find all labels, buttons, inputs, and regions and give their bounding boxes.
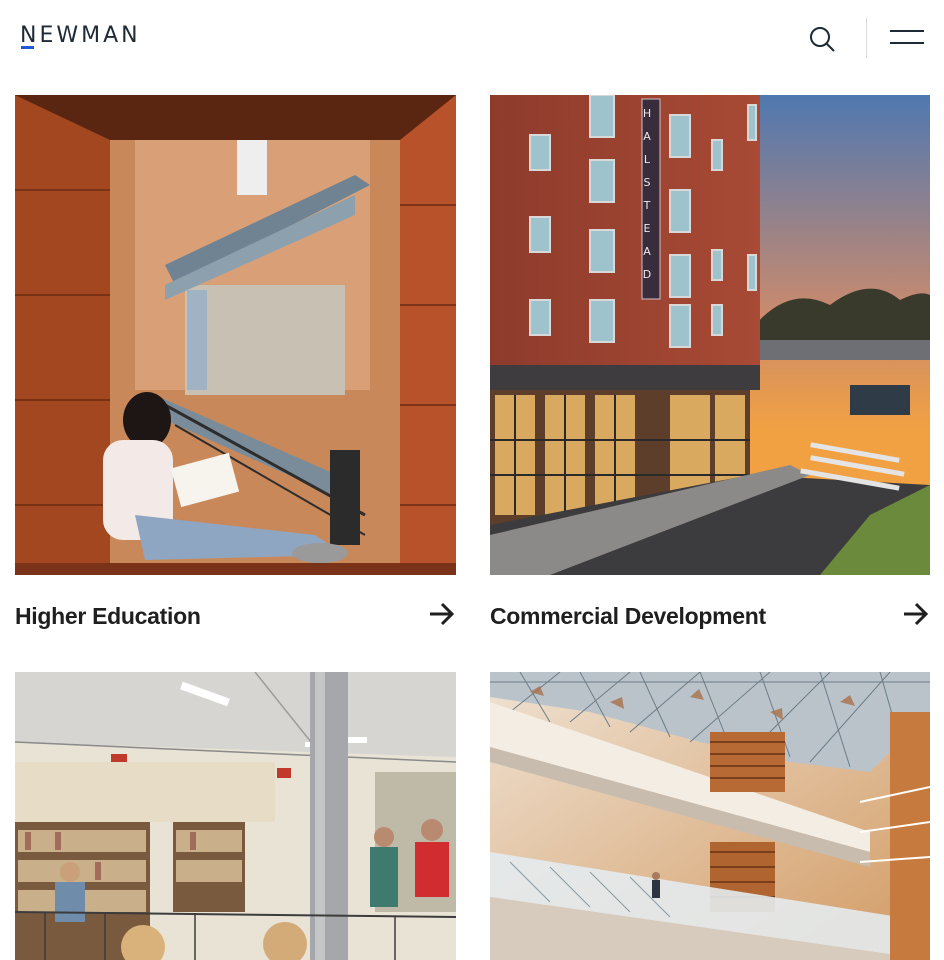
search-button[interactable] xyxy=(807,24,837,54)
logo-accent-bar xyxy=(21,46,34,49)
market-card-higher-education[interactable]: Higher Education xyxy=(15,95,456,635)
hamburger-menu-icon-line-top xyxy=(890,30,924,32)
header-divider xyxy=(866,18,867,58)
card-image-atrium[interactable] xyxy=(490,672,930,960)
market-card-library[interactable] xyxy=(15,672,456,960)
market-card-atrium[interactable] xyxy=(490,672,930,960)
newman-logo[interactable]: NEWMAN xyxy=(20,22,141,50)
card-image-higher-education[interactable] xyxy=(15,95,456,575)
market-card-commercial-development[interactable]: HALSTEAD Commercial Development xyxy=(490,95,930,635)
card-image-library[interactable] xyxy=(15,672,456,960)
site-header: NEWMAN xyxy=(0,0,944,78)
arrow-right-icon[interactable] xyxy=(428,601,456,627)
card-image-commercial-development[interactable]: HALSTEAD xyxy=(490,95,930,575)
search-icon xyxy=(810,27,835,52)
hamburger-menu-icon-line-bottom xyxy=(890,42,924,44)
card-title[interactable]: Higher Education xyxy=(15,603,201,630)
arrow-right-icon[interactable] xyxy=(902,601,930,627)
hamburger-menu-button[interactable] xyxy=(890,28,926,48)
card-title[interactable]: Commercial Development xyxy=(490,603,766,630)
